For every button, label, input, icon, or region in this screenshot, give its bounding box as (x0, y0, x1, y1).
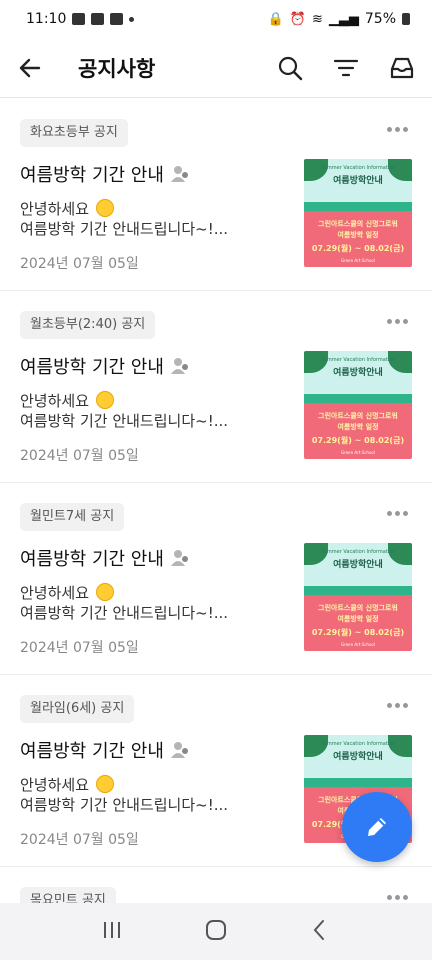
status-bar: 11:10 🔒 ⏰ ≋ ▁▃▅ 75% (0, 0, 432, 38)
category-tag: 월초등부(2:40) 공지 (20, 311, 156, 339)
notice-title: 여름방학 기간 안내 (20, 357, 164, 378)
notice-preview-greeting: 안녕하세요 (20, 776, 90, 794)
notice-thumbnail[interactable]: Summer Vacation Information 여름방학안내 그린아트스… (304, 159, 412, 267)
notice-preview-greeting: 안녕하세요 (20, 200, 90, 218)
notice-date: 2024년 07월 05일 (20, 832, 139, 848)
notification-dot-icon (129, 16, 135, 22)
notice-date: 2024년 07월 05일 (20, 448, 139, 464)
page-title: 공지사항 (78, 56, 156, 81)
home-button[interactable] (204, 918, 228, 946)
pencil-icon (368, 818, 386, 836)
filter-button[interactable] (332, 54, 360, 82)
chevron-left-icon (313, 919, 324, 940)
message-icon (91, 13, 105, 25)
recent-apps-icon (104, 921, 120, 938)
search-button[interactable] (276, 54, 304, 82)
category-tag: 월민트7세 공지 (20, 503, 125, 531)
battery-percent: 75% (364, 11, 396, 27)
arrow-left-icon (19, 58, 41, 77)
notice-title: 여름방학 기간 안내 (20, 165, 164, 186)
readers-icon (170, 550, 188, 566)
notice-preview-text: 여름방학 기간 안내드립니다~!... (20, 796, 229, 814)
smile-emoji-icon (95, 391, 114, 409)
category-tag: 월라임(6세) 공지 (20, 695, 135, 723)
more-options-icon[interactable] (387, 895, 408, 900)
notice-preview-text: 여름방학 기간 안내드립니다~!... (20, 220, 229, 238)
system-back-button[interactable] (308, 918, 332, 946)
status-time: 11:10 (26, 11, 67, 27)
notice-preview-greeting: 안녕하세요 (20, 584, 90, 602)
app-bar: 공지사항 (0, 38, 432, 98)
back-button[interactable] (16, 54, 44, 82)
recent-apps-button[interactable] (100, 919, 124, 945)
notice-thumbnail[interactable]: Summer Vacation Information 여름방학안내 그린아트스… (304, 351, 412, 459)
gallery-icon (72, 13, 86, 25)
search-icon (278, 56, 303, 80)
notice-card[interactable]: 화요초등부 공지 여름방학 기간 안내 안녕하세요 여름방학 기간 안내드립니다… (0, 99, 432, 291)
battery-icon (402, 13, 410, 25)
wifi-icon: ≋ (311, 11, 323, 27)
inbox-icon (390, 57, 414, 78)
notice-preview-greeting: 안녕하세요 (20, 392, 90, 410)
alarm-icon: ⏰ (289, 11, 306, 27)
notice-card[interactable]: 월민트7세 공지 여름방학 기간 안내 안녕하세요 여름방학 기간 안내드립니다… (0, 483, 432, 675)
notice-list[interactable]: 화요초등부 공지 여름방학 기간 안내 안녕하세요 여름방학 기간 안내드립니다… (0, 99, 432, 903)
readers-icon (170, 166, 188, 182)
lock-icon: 🔒 (267, 11, 284, 27)
smile-emoji-icon (95, 775, 114, 793)
system-nav-bar (0, 903, 432, 960)
notice-date: 2024년 07월 05일 (20, 640, 139, 656)
filter-icon (333, 59, 359, 76)
notice-title: 여름방학 기간 안내 (20, 549, 164, 570)
more-options-icon[interactable] (387, 127, 408, 132)
more-options-icon[interactable] (387, 703, 408, 708)
category-tag: 화요초등부 공지 (20, 119, 128, 147)
inbox-button[interactable] (388, 54, 416, 82)
notice-card[interactable]: 목요민트 공지 (0, 867, 432, 903)
write-notice-button[interactable] (342, 792, 412, 862)
notice-preview-text: 여름방학 기간 안내드립니다~!... (20, 412, 229, 430)
home-icon (206, 919, 226, 940)
readers-icon (170, 742, 188, 758)
signal-icon: ▁▃▅ (328, 11, 359, 27)
more-options-icon[interactable] (387, 319, 408, 324)
notice-date: 2024년 07월 05일 (20, 256, 139, 272)
smile-emoji-icon (95, 199, 114, 217)
category-tag: 목요민트 공지 (20, 887, 116, 903)
more-options-icon[interactable] (387, 511, 408, 516)
notice-preview-text: 여름방학 기간 안내드립니다~!... (20, 604, 229, 622)
smile-emoji-icon (95, 583, 114, 601)
notice-card[interactable]: 월초등부(2:40) 공지 여름방학 기간 안내 안녕하세요 여름방학 기간 안… (0, 291, 432, 483)
notice-thumbnail[interactable]: Summer Vacation Information 여름방학안내 그린아트스… (304, 543, 412, 651)
notice-title: 여름방학 기간 안내 (20, 741, 164, 762)
talk-icon (110, 13, 124, 25)
readers-icon (170, 358, 188, 374)
